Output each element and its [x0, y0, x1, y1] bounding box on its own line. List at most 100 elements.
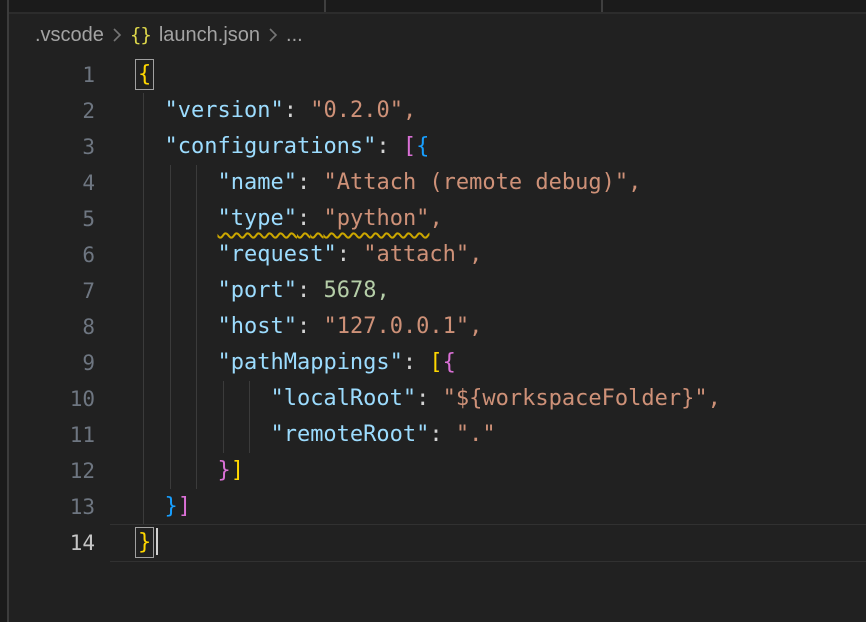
code-line[interactable]: 12 }]	[9, 453, 866, 489]
code-line-content[interactable]: }]	[110, 453, 866, 489]
code-line-content[interactable]: "name": "Attach (remote debug)",	[110, 165, 866, 201]
code-token	[138, 350, 217, 375]
code-line-content[interactable]: "remoteRoot": "."	[110, 417, 866, 453]
code-token: "remoteRoot"	[270, 422, 429, 447]
code-token	[310, 170, 323, 195]
code-line[interactable]: 7 "port": 5678,	[9, 273, 866, 309]
code-line[interactable]: 5 "type": "python",	[9, 201, 866, 237]
code-token: :	[403, 350, 416, 375]
code-token: :	[284, 98, 297, 123]
code-token: "127.0.0.1"	[323, 314, 469, 339]
code-line[interactable]: 10 "localRoot": "${workspaceFolder}",	[9, 381, 866, 417]
code-token: ,	[469, 314, 482, 339]
code-line[interactable]: 4 "name": "Attach (remote debug)",	[9, 165, 866, 201]
code-line-content[interactable]: }	[110, 525, 866, 561]
line-number[interactable]: 1	[9, 57, 110, 93]
text-cursor	[156, 528, 158, 555]
code-token: :	[376, 134, 389, 159]
code-token: "port"	[217, 278, 296, 303]
code-token: 5678	[323, 278, 376, 303]
line-number[interactable]: 9	[9, 345, 110, 381]
code-token: "."	[456, 422, 496, 447]
bracket-match: }	[138, 530, 151, 555]
code-token	[138, 494, 165, 519]
line-number[interactable]: 11	[9, 417, 110, 453]
code-token: :	[297, 206, 310, 231]
code-token	[138, 386, 270, 411]
code-token	[138, 314, 217, 339]
code-token: :	[416, 386, 429, 411]
code-line[interactable]: 13 }]	[9, 489, 866, 525]
code-token	[310, 206, 323, 231]
line-number[interactable]: 3	[9, 129, 110, 165]
code-line[interactable]: 3 "configurations": [{	[9, 129, 866, 165]
code-token: "python"	[323, 206, 429, 231]
code-token: :	[297, 170, 310, 195]
breadcrumb-item-file[interactable]: launch.json	[159, 24, 260, 47]
code-token: "attach"	[363, 242, 469, 267]
code-line-content[interactable]: "localRoot": "${workspaceFolder}",	[110, 381, 866, 417]
code-line[interactable]: 9 "pathMappings": [{	[9, 345, 866, 381]
code-token: :	[297, 278, 310, 303]
code-token: :	[429, 422, 442, 447]
code-token	[138, 170, 217, 195]
code-token: [	[403, 134, 416, 159]
code-token	[443, 422, 456, 447]
code-line-content[interactable]: "port": 5678,	[110, 273, 866, 309]
code-line-content[interactable]: "configurations": [{	[110, 129, 866, 165]
code-token: ]	[231, 458, 244, 483]
chevron-right-icon	[112, 27, 122, 43]
code-token: ,	[708, 386, 721, 411]
line-number[interactable]: 14	[9, 525, 110, 561]
code-line-content[interactable]: "version": "0.2.0",	[110, 93, 866, 129]
line-number[interactable]: 13	[9, 489, 110, 525]
code-token	[297, 98, 310, 123]
code-line-content[interactable]: {	[110, 57, 866, 93]
code-line[interactable]: 11 "remoteRoot": "."	[9, 417, 866, 453]
code-token	[138, 134, 165, 159]
code-token: :	[337, 242, 350, 267]
code-line[interactable]: 6 "request": "attach",	[9, 237, 866, 273]
code-token	[138, 242, 217, 267]
breadcrumb-item-folder[interactable]: .vscode	[35, 24, 104, 47]
code-token	[310, 278, 323, 303]
code-line-content[interactable]: "host": "127.0.0.1",	[110, 309, 866, 345]
code-line-content[interactable]: "pathMappings": [{	[110, 345, 866, 381]
code-token: "localRoot"	[270, 386, 416, 411]
code-token: "Attach (remote debug)"	[323, 170, 628, 195]
tab[interactable]	[601, 0, 866, 12]
line-number[interactable]: 6	[9, 237, 110, 273]
line-number[interactable]: 4	[9, 165, 110, 201]
code-line[interactable]: 8 "host": "127.0.0.1",	[9, 309, 866, 345]
code-line[interactable]: 1{	[9, 57, 866, 93]
tab[interactable]	[9, 0, 324, 12]
line-number[interactable]: 2	[9, 93, 110, 129]
code-token: "host"	[217, 314, 296, 339]
code-token: [	[429, 350, 442, 375]
code-line[interactable]: 2 "version": "0.2.0",	[9, 93, 866, 129]
code-token: "version"	[165, 98, 284, 123]
code-token: ,	[376, 278, 389, 303]
code-line-content[interactable]: "request": "attach",	[110, 237, 866, 273]
line-number[interactable]: 8	[9, 309, 110, 345]
line-number[interactable]: 5	[9, 201, 110, 237]
code-token: "configurations"	[165, 134, 377, 159]
code-token: ,	[469, 242, 482, 267]
code-line-content[interactable]: }]	[110, 489, 866, 525]
code-token	[416, 350, 429, 375]
code-token: "request"	[217, 242, 336, 267]
code-line-content[interactable]: "type": "python",	[110, 201, 866, 237]
line-number[interactable]: 7	[9, 273, 110, 309]
code-area[interactable]: 1{2 "version": "0.2.0",3 "configurations…	[9, 57, 866, 561]
code-token: "0.2.0"	[310, 98, 403, 123]
code-token: "type"	[217, 206, 296, 231]
line-number[interactable]: 10	[9, 381, 110, 417]
code-token: {	[416, 134, 429, 159]
breadcrumb-item-symbol-picker[interactable]: ...	[286, 24, 303, 47]
code-line[interactable]: 14}	[9, 525, 866, 561]
bracket-match: {	[138, 62, 151, 87]
editor-group-left-edge	[0, 0, 9, 622]
tab[interactable]	[324, 0, 601, 12]
line-number[interactable]: 12	[9, 453, 110, 489]
code-token: ,	[628, 170, 641, 195]
